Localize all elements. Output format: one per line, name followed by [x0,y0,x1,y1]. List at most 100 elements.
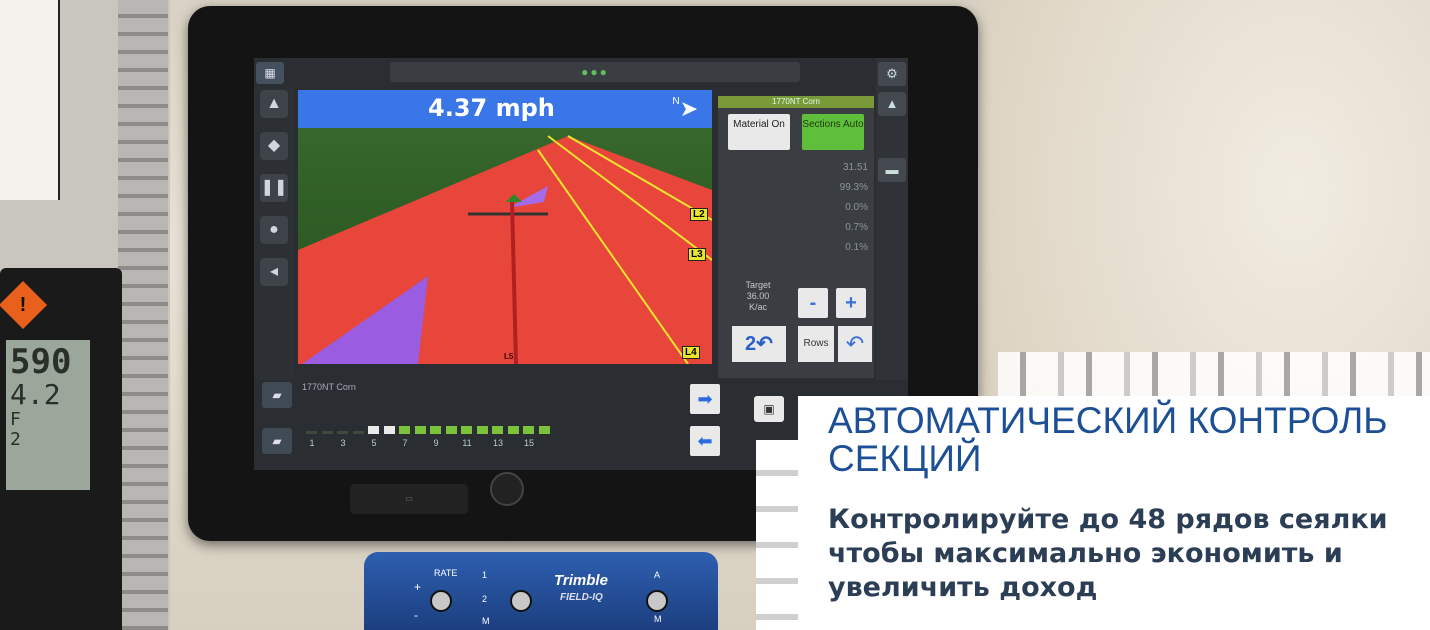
home-button[interactable] [490,472,524,506]
section-indicator [399,426,410,434]
switch-m-label: M [482,616,490,626]
lcd-line-2: 4.2 [10,378,61,411]
auto-manual-toggle[interactable] [646,590,668,612]
switch-2-label: 2 [482,594,488,604]
back-arrow-icon[interactable]: ↶ [838,326,872,362]
tractor-icon[interactable]: ▲ [260,90,288,118]
caption-body: Контролируйте до 48 рядов сеялки чтобы м… [828,504,1388,603]
speed-readout: 4.37 mph [428,94,555,122]
section-indicator [523,426,534,434]
rate-plus-label: + [414,580,422,594]
arrow-left-icon[interactable]: ⬅ [690,426,720,456]
stat-row: 0.7% [724,218,868,238]
overlay-glitch-left [756,440,800,630]
menu-icon[interactable]: ▦ [256,62,284,84]
section-number: 7 [402,438,408,448]
auto-label: A [654,570,661,580]
globe-icon[interactable]: ● [260,216,288,244]
rows-button[interactable]: Rows [798,326,834,362]
sections-auto-button[interactable]: Sections Auto [802,114,864,150]
target-unit: K/ac [748,302,767,312]
warning-sticker [0,0,60,200]
section-number: 9 [433,438,439,448]
lcd-line-1: 590 [10,342,72,382]
stat-value: 31.51 [842,162,868,173]
vehicle-view-icon[interactable]: ▣ [754,396,784,422]
guidance-label-l2: L2 [690,208,708,221]
arrow-right-icon[interactable]: ➡ [690,384,720,414]
pillar-rail [118,0,168,630]
target-label: Target [745,280,771,290]
section-number: 3 [340,438,346,448]
rate-label: RATE [434,568,458,578]
panel-header: 1770NT Corn [718,96,874,108]
planter-small-icon[interactable]: ▰ [262,428,292,454]
vehicle-icon[interactable]: ◆ [260,132,288,160]
guidance-label-l4: L4 [682,346,700,359]
planter-icon[interactable]: ▬ [878,158,906,182]
lightbar-icon[interactable]: ◂ [260,258,288,286]
row-count-button[interactable]: 2↶ [732,326,786,362]
section-indicator [368,426,379,434]
row-count: 2 [745,333,757,355]
planter-name: 1770NT Corn [302,382,356,392]
section-indicator [321,431,333,434]
rate-toggle[interactable] [430,590,452,612]
section-indicator [538,426,550,434]
section-number: 5 [371,438,377,448]
section-indicator [445,426,457,434]
tractor-small-icon[interactable]: ▰ [262,382,292,408]
right-toolbar: ⚙ ▲ ▬ [876,58,908,388]
rate-plus-button[interactable]: + [836,288,866,318]
section-indicator [507,426,519,434]
section-number: 15 [523,438,534,448]
compass-icon: N➤ [672,96,698,121]
status-strip: ●●● [390,62,800,82]
section-indicator [306,431,317,434]
stat-value: 99.3% [839,182,868,193]
status-dots-icon: ●●● [581,65,609,79]
field-iq-label: FIELD-IQ [560,592,603,603]
guidance-label-l3: L3 [688,248,706,261]
planter-stats: 31.51 99.3% 0.0% 0.7% 0.1% [724,158,868,258]
section-indicator [337,431,348,434]
warning-icon: ! [0,280,48,330]
stat-value: 0.0% [845,202,868,213]
lcd-line-3: F [10,409,21,430]
left-lcd: 590 4.2 F 2 [6,340,90,490]
section-number: 1 [309,438,315,448]
target-rate: Target 36.00 K/ac [726,280,790,313]
manual-label: M [654,614,662,624]
trimble-logo: Trimble [554,572,608,589]
section-number: 11 [462,438,472,448]
compass-label: N [672,96,680,107]
settings-icon[interactable]: ⚙ [878,62,906,86]
switch-1-label: 1 [482,570,488,580]
section-indicator [492,426,503,434]
coverage-map [298,135,712,364]
overlay-glitch [998,352,1430,396]
material-on-button[interactable]: Material On [728,114,790,150]
field-iq-switch-box: RATE + - 1 2 M Trimble FIELD-IQ A M [364,552,718,630]
pause-icon[interactable]: ❚❚ [260,174,288,202]
section-indicator [414,426,426,434]
planter-control-panel: 1770NT Corn Material On Sections Auto 31… [718,96,874,378]
stat-row: 0.0% [724,198,868,218]
lcd-line-4: 2 [10,429,21,450]
tablet-connector: ▭ [350,484,468,514]
stat-row: 0.1% [724,238,868,258]
guidance-view[interactable]: 4.37 mph N➤ L2 L3 L4 L5 [298,90,712,364]
stat-value: 0.7% [845,222,868,233]
section-indicators: 1 3 5 7 9 11 13 15 [302,394,682,448]
left-monitor: ! 590 4.2 F 2 [0,268,122,630]
rate-minus-button[interactable]: - [798,288,828,318]
up-icon[interactable]: ▲ [878,92,906,116]
left-toolbar: ▲ ◆ ❚❚ ● ◂ [254,86,294,406]
guidance-label-l5: L5 [504,352,514,361]
section-indicator [352,431,364,434]
speed-bar: 4.37 mph N➤ [298,90,712,128]
section-indicator [461,426,472,434]
stat-value: 0.1% [845,242,868,253]
section-indicator [430,426,441,434]
section-toggle[interactable] [510,590,532,612]
